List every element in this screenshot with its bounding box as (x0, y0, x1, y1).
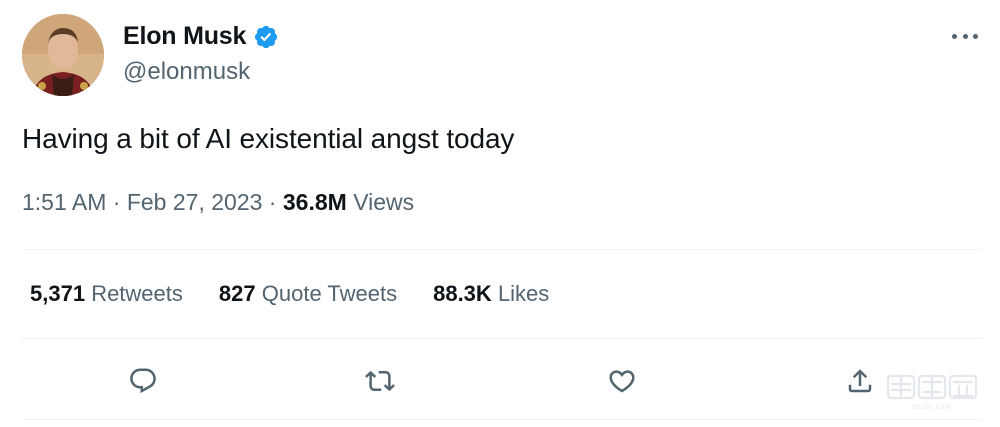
retweets-count: 5,371 (30, 281, 86, 306)
author-name-row: Elon Musk (123, 22, 279, 51)
tweet-date[interactable]: Feb 27, 2023 (127, 189, 263, 216)
more-dot-icon (973, 33, 978, 39)
more-dot-icon (952, 33, 957, 39)
author-handle[interactable]: @elonmusk (123, 58, 250, 86)
likes-label: Likes (497, 281, 550, 306)
share-button[interactable] (840, 361, 880, 401)
retweet-icon (365, 370, 395, 392)
svg-text:zhidx.com: zhidx.com (912, 404, 953, 411)
tweet-meta: 1:51 AM · Feb 27, 2023 · 36.8M Views (22, 189, 414, 216)
divider (22, 338, 982, 339)
author-display-name[interactable]: Elon Musk (123, 22, 246, 51)
views-label[interactable]: Views (353, 189, 414, 216)
tweet-card: Elon Musk @elonmusk Having a bit of AI e… (0, 0, 1000, 427)
reply-button[interactable] (123, 361, 163, 401)
watermark-logo: zhidx.com (886, 374, 978, 411)
tweet-time[interactable]: 1:51 AM (22, 189, 106, 216)
likes-stat[interactable]: 88.3K Likes (433, 281, 549, 307)
quote-tweets-count: 827 (218, 281, 256, 306)
like-button[interactable] (602, 361, 642, 401)
quote-tweets-stat[interactable]: 827 Quote Tweets (219, 281, 397, 307)
meta-separator: · (268, 189, 277, 215)
likes-count: 88.3K (433, 281, 492, 306)
quote-tweets-label: Quote Tweets (261, 281, 398, 306)
more-dot-icon (962, 33, 968, 39)
tweet-text: Having a bit of AI existential angst tod… (22, 123, 515, 154)
heart-icon (609, 370, 635, 393)
retweets-label: Retweets (91, 281, 183, 306)
engagement-stats: 5,371 Retweets 827 Quote Tweets 88.3K Li… (30, 281, 585, 307)
avatar-image (22, 14, 104, 96)
views-count[interactable]: 36.8M (283, 189, 347, 216)
speech-bubble-icon (130, 368, 156, 394)
divider (22, 249, 982, 250)
author-avatar[interactable] (22, 14, 104, 96)
more-options-button[interactable] (952, 26, 978, 46)
verified-badge-icon (255, 25, 278, 48)
meta-separator: · (112, 189, 121, 215)
divider (22, 419, 982, 420)
share-upload-icon (848, 369, 872, 393)
retweets-stat[interactable]: 5,371 Retweets (30, 281, 183, 307)
retweet-button[interactable] (360, 361, 400, 401)
